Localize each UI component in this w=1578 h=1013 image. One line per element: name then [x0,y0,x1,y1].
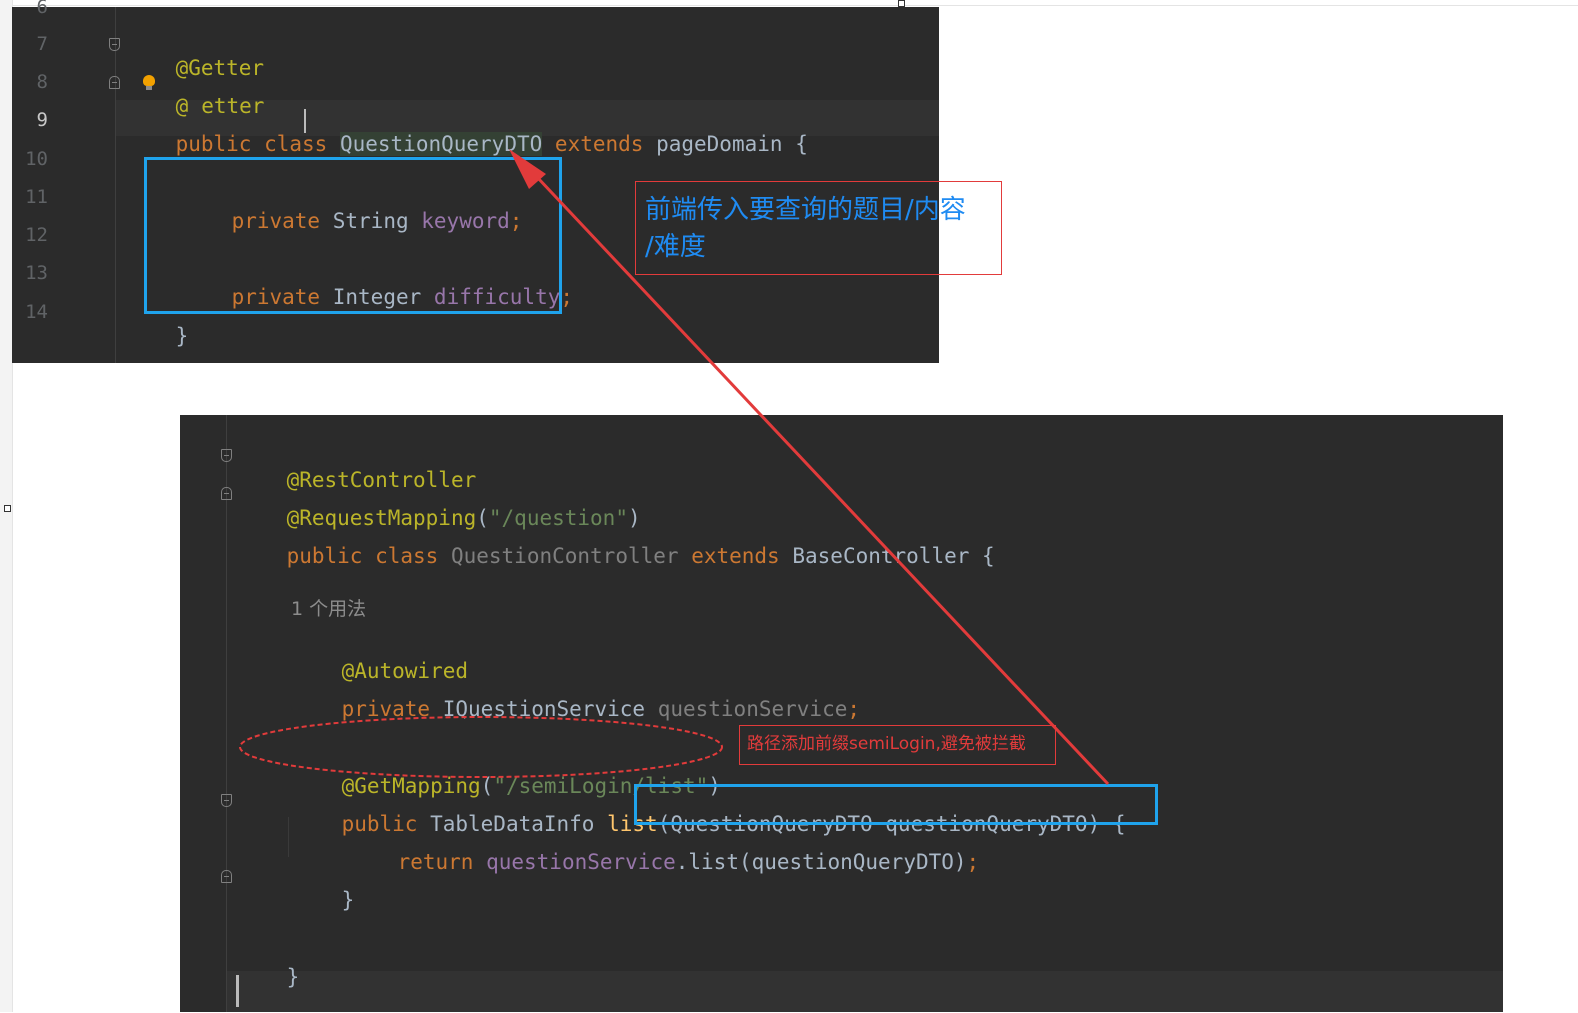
red-arrow-line [519,158,1110,786]
red-arrowhead [509,149,546,189]
red-dashed-ellipse [239,716,723,778]
annotation-overlay [239,149,1110,786]
